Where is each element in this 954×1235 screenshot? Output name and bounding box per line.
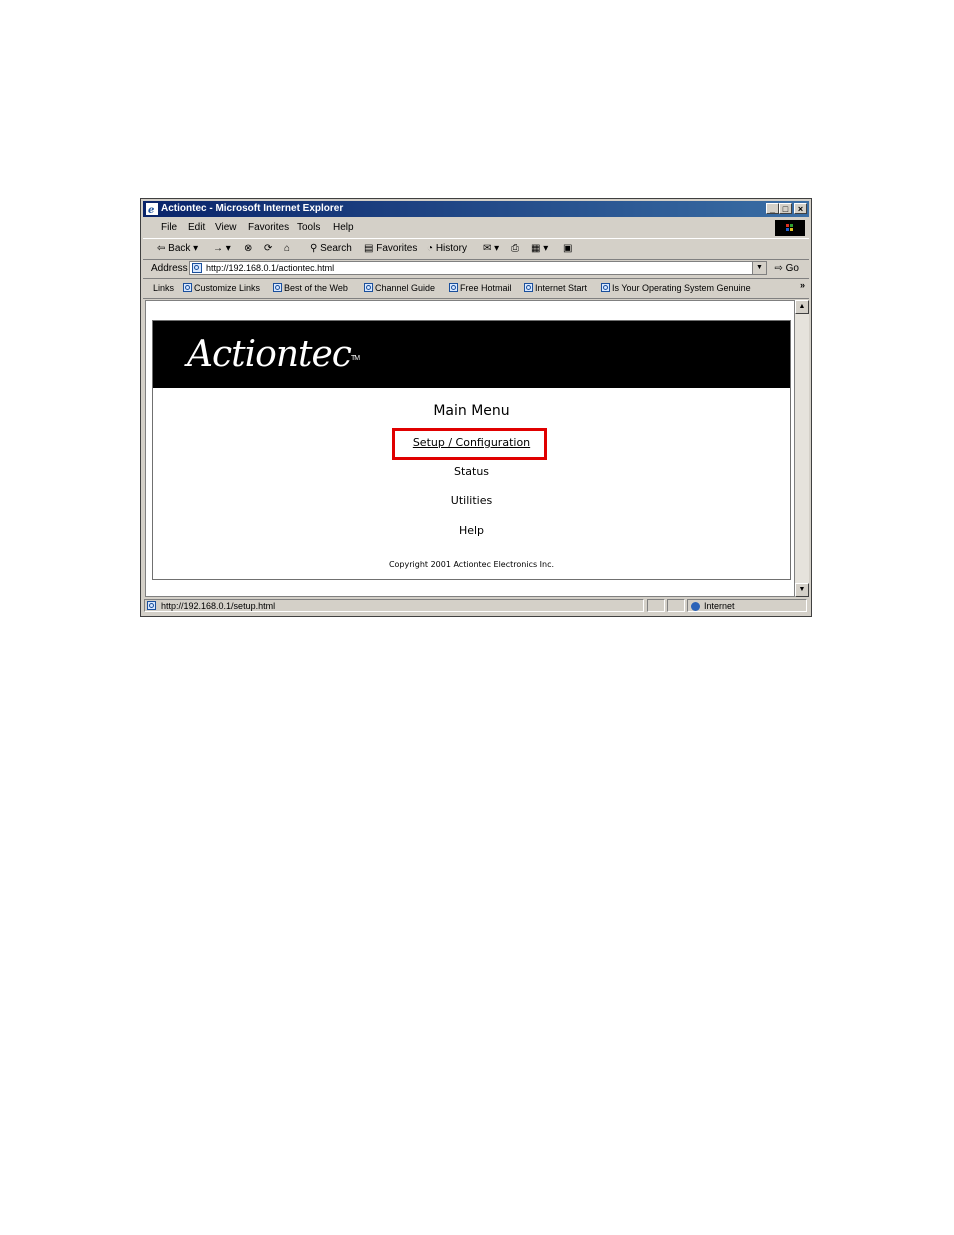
copyright-text: Copyright 2001 Actiontec Electronics Inc… bbox=[388, 560, 555, 569]
page-icon bbox=[524, 283, 533, 292]
search-icon: ⚲ bbox=[310, 243, 318, 254]
menu-favorites[interactable]: Favorites bbox=[248, 222, 289, 233]
forward-button[interactable]: → ▾ bbox=[213, 243, 231, 254]
page-icon bbox=[147, 601, 156, 610]
page-viewport: ActiontecTM Main Menu Setup / Configurat… bbox=[145, 300, 795, 597]
link-customize[interactable]: Customize Links bbox=[183, 283, 260, 293]
globe-icon bbox=[691, 602, 700, 611]
page-icon bbox=[273, 283, 282, 292]
header-banner: ActiontecTM bbox=[153, 321, 790, 388]
links-bar: Links Customize Links Best of the Web Ch… bbox=[143, 279, 809, 299]
links-label: Links bbox=[153, 283, 175, 293]
scroll-up-icon[interactable]: ▲ bbox=[795, 300, 809, 314]
menu-tools[interactable]: Tools bbox=[297, 222, 320, 233]
vertical-scrollbar[interactable]: ▲ ▼ bbox=[795, 300, 809, 597]
address-input[interactable]: http://192.168.0.1/actiontec.html ▼ bbox=[189, 261, 767, 275]
search-button[interactable]: ⚲ Search bbox=[310, 243, 352, 254]
ie-icon: e bbox=[146, 203, 158, 215]
link-channel-guide[interactable]: Channel Guide bbox=[364, 283, 435, 293]
mail-icon[interactable]: ✉ ▾ bbox=[483, 243, 499, 254]
favorites-icon: ▤ bbox=[364, 243, 374, 254]
stop-icon[interactable]: ⊗ bbox=[244, 243, 252, 254]
link-genuine[interactable]: Is Your Operating System Genuine bbox=[601, 283, 751, 293]
favorites-button[interactable]: ▤ Favorites bbox=[364, 243, 417, 254]
status-text-panel: http://192.168.0.1/setup.html bbox=[144, 599, 644, 612]
history-button[interactable]: ◔ History bbox=[427, 243, 467, 254]
svg-text:e: e bbox=[148, 205, 154, 215]
minimize-button[interactable]: _ bbox=[766, 203, 779, 214]
highlight-box bbox=[392, 428, 547, 460]
history-icon: ◔ bbox=[427, 243, 434, 254]
link-best-of-web[interactable]: Best of the Web bbox=[273, 283, 348, 293]
go-arrow-icon: ⇨ bbox=[774, 263, 783, 274]
page-icon bbox=[192, 263, 202, 273]
status-link[interactable]: Status bbox=[153, 465, 790, 478]
menu-bar: File Edit View Favorites Tools Help bbox=[143, 219, 809, 237]
window-title: Actiontec - Microsoft Internet Explorer bbox=[161, 203, 344, 214]
back-button[interactable]: ⇦ Back ▾ bbox=[157, 243, 198, 254]
page-icon bbox=[183, 283, 192, 292]
zone-text: Internet bbox=[704, 601, 735, 611]
menu-edit[interactable]: Edit bbox=[188, 222, 205, 233]
home-icon[interactable]: ⌂ bbox=[284, 243, 290, 254]
status-panel bbox=[667, 599, 685, 612]
address-dropdown-icon[interactable]: ▼ bbox=[752, 262, 766, 274]
utilities-link[interactable]: Utilities bbox=[153, 494, 790, 507]
go-button[interactable]: ⇨ Go bbox=[774, 263, 799, 274]
close-button[interactable]: × bbox=[794, 203, 807, 214]
menu-file[interactable]: File bbox=[161, 222, 177, 233]
link-free-hotmail[interactable]: Free Hotmail bbox=[449, 283, 512, 293]
help-link[interactable]: Help bbox=[153, 524, 790, 537]
zone-panel: Internet bbox=[687, 599, 807, 612]
page-icon bbox=[364, 283, 373, 292]
standard-toolbar: ⇦ Back ▾ → ▾ ⊗ ⟳ ⌂ ⚲ Search ▤ Favorites … bbox=[143, 238, 809, 260]
links-more-icon[interactable]: » bbox=[800, 280, 805, 290]
link-internet-start[interactable]: Internet Start bbox=[524, 283, 587, 293]
status-text: http://192.168.0.1/setup.html bbox=[161, 601, 276, 611]
address-label: Address bbox=[151, 263, 188, 274]
address-url: http://192.168.0.1/actiontec.html bbox=[206, 263, 335, 273]
discuss-icon[interactable]: ▣ bbox=[563, 243, 572, 254]
scroll-down-icon[interactable]: ▼ bbox=[795, 583, 809, 597]
status-panel bbox=[647, 599, 665, 612]
window-controls: _ □ × bbox=[766, 203, 807, 214]
menu-view[interactable]: View bbox=[215, 222, 237, 233]
print-icon[interactable]: ⎙ bbox=[511, 243, 519, 254]
refresh-icon[interactable]: ⟳ bbox=[264, 243, 272, 254]
actiontec-logo: ActiontecTM bbox=[187, 334, 360, 375]
maximize-button[interactable]: □ bbox=[779, 203, 792, 214]
status-bar: http://192.168.0.1/setup.html Internet bbox=[143, 598, 809, 614]
page-icon bbox=[601, 283, 610, 292]
back-arrow-icon: ⇦ bbox=[157, 243, 166, 254]
title-bar[interactable]: e Actiontec - Microsoft Internet Explore… bbox=[143, 201, 809, 217]
page-icon bbox=[449, 283, 458, 292]
edit-icon[interactable]: ▦ ▾ bbox=[531, 243, 548, 254]
address-bar: Address http://192.168.0.1/actiontec.htm… bbox=[143, 259, 809, 279]
router-page: ActiontecTM Main Menu Setup / Configurat… bbox=[152, 320, 791, 580]
menu-help[interactable]: Help bbox=[333, 222, 354, 233]
browser-window: e Actiontec - Microsoft Internet Explore… bbox=[140, 198, 812, 617]
main-menu-heading: Main Menu bbox=[433, 403, 510, 419]
windows-logo-icon bbox=[775, 220, 805, 236]
